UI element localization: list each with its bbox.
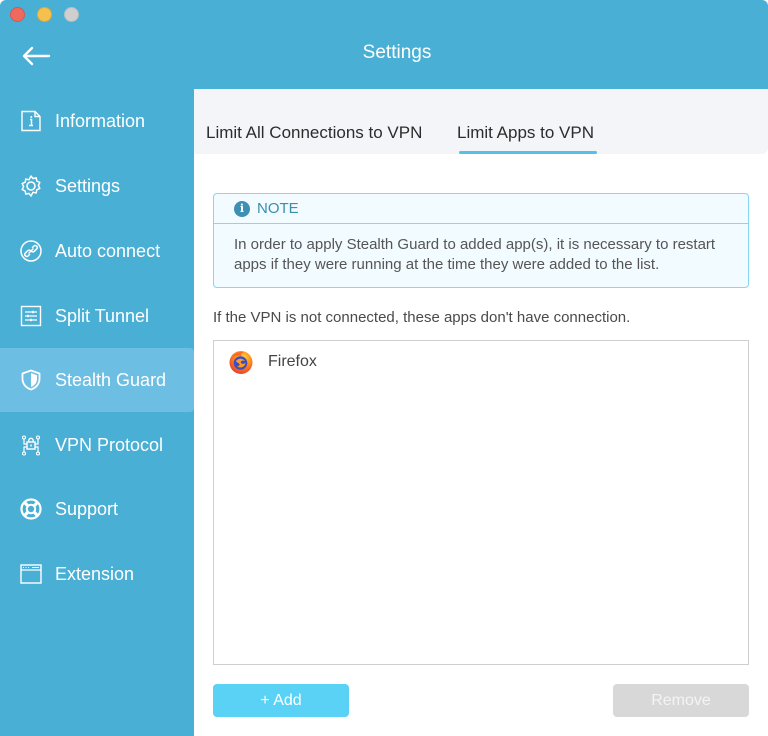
sidebar-item-label: Split Tunnel bbox=[55, 305, 150, 326]
add-app-button[interactable]: + Add bbox=[213, 684, 349, 717]
app-name: Firefox bbox=[268, 353, 317, 370]
sidebar-item-label: Settings bbox=[55, 175, 121, 196]
gear-icon bbox=[19, 174, 43, 198]
sidebar: Information Settings Auto connect Split … bbox=[0, 89, 194, 736]
sidebar-item-label: Extension bbox=[55, 563, 135, 584]
sidebar-item-label: Auto connect bbox=[55, 240, 161, 261]
sidebar-item-label: Information bbox=[55, 110, 146, 131]
browser-window-icon bbox=[19, 562, 43, 586]
sidebar-item-support[interactable]: Support bbox=[0, 477, 194, 541]
sidebar-item-settings[interactable]: Settings bbox=[0, 154, 194, 218]
hint-text: If the VPN is not connected, these apps … bbox=[213, 309, 631, 326]
firefox-icon bbox=[228, 349, 254, 375]
lifebuoy-icon bbox=[19, 497, 43, 521]
sidebar-item-stealth-guard[interactable]: Stealth Guard bbox=[0, 348, 194, 412]
app-list[interactable]: Firefox bbox=[213, 340, 749, 665]
sidebar-item-label: Support bbox=[55, 498, 119, 519]
info-circle-icon: i bbox=[234, 200, 250, 217]
tab-limit-apps[interactable]: Limit Apps to VPN bbox=[457, 123, 594, 143]
maximize-window-button[interactable] bbox=[64, 7, 79, 22]
minimize-window-button[interactable] bbox=[37, 7, 52, 22]
sidebar-item-auto-connect[interactable]: Auto connect bbox=[0, 219, 194, 283]
sidebar-item-label: VPN Protocol bbox=[55, 434, 164, 455]
page-title: Settings bbox=[362, 42, 432, 63]
note-title: NOTE bbox=[257, 200, 299, 217]
app-window: Settings Information Settings Auto conne… bbox=[0, 0, 768, 736]
list-item[interactable]: Firefox bbox=[214, 341, 748, 383]
window-controls bbox=[10, 7, 79, 22]
content-panel: Limit All Connections to VPN Limit Apps … bbox=[194, 89, 768, 736]
active-tab-indicator bbox=[459, 151, 597, 154]
sidebar-item-information[interactable]: Information bbox=[0, 89, 194, 153]
shield-icon bbox=[19, 368, 43, 392]
close-window-button[interactable] bbox=[10, 7, 25, 22]
link-circle-icon bbox=[19, 239, 43, 263]
note-header: i NOTE bbox=[214, 194, 748, 224]
sidebar-item-extension[interactable]: Extension bbox=[0, 542, 194, 606]
sidebar-item-vpn-protocol[interactable]: VPN Protocol bbox=[0, 413, 194, 477]
network-lock-icon bbox=[19, 433, 43, 457]
info-document-icon bbox=[19, 109, 43, 133]
sidebar-item-split-tunnel[interactable]: Split Tunnel bbox=[0, 284, 194, 348]
sliders-icon bbox=[19, 304, 43, 328]
remove-app-button[interactable]: Remove bbox=[613, 684, 749, 717]
note-box: i NOTE In order to apply Stealth Guard t… bbox=[213, 193, 749, 288]
sidebar-item-label: Stealth Guard bbox=[55, 369, 167, 390]
tab-limit-all-connections[interactable]: Limit All Connections to VPN bbox=[206, 123, 422, 143]
tab-bar: Limit All Connections to VPN Limit Apps … bbox=[194, 89, 768, 154]
note-body: In order to apply Stealth Guard to added… bbox=[234, 236, 716, 273]
